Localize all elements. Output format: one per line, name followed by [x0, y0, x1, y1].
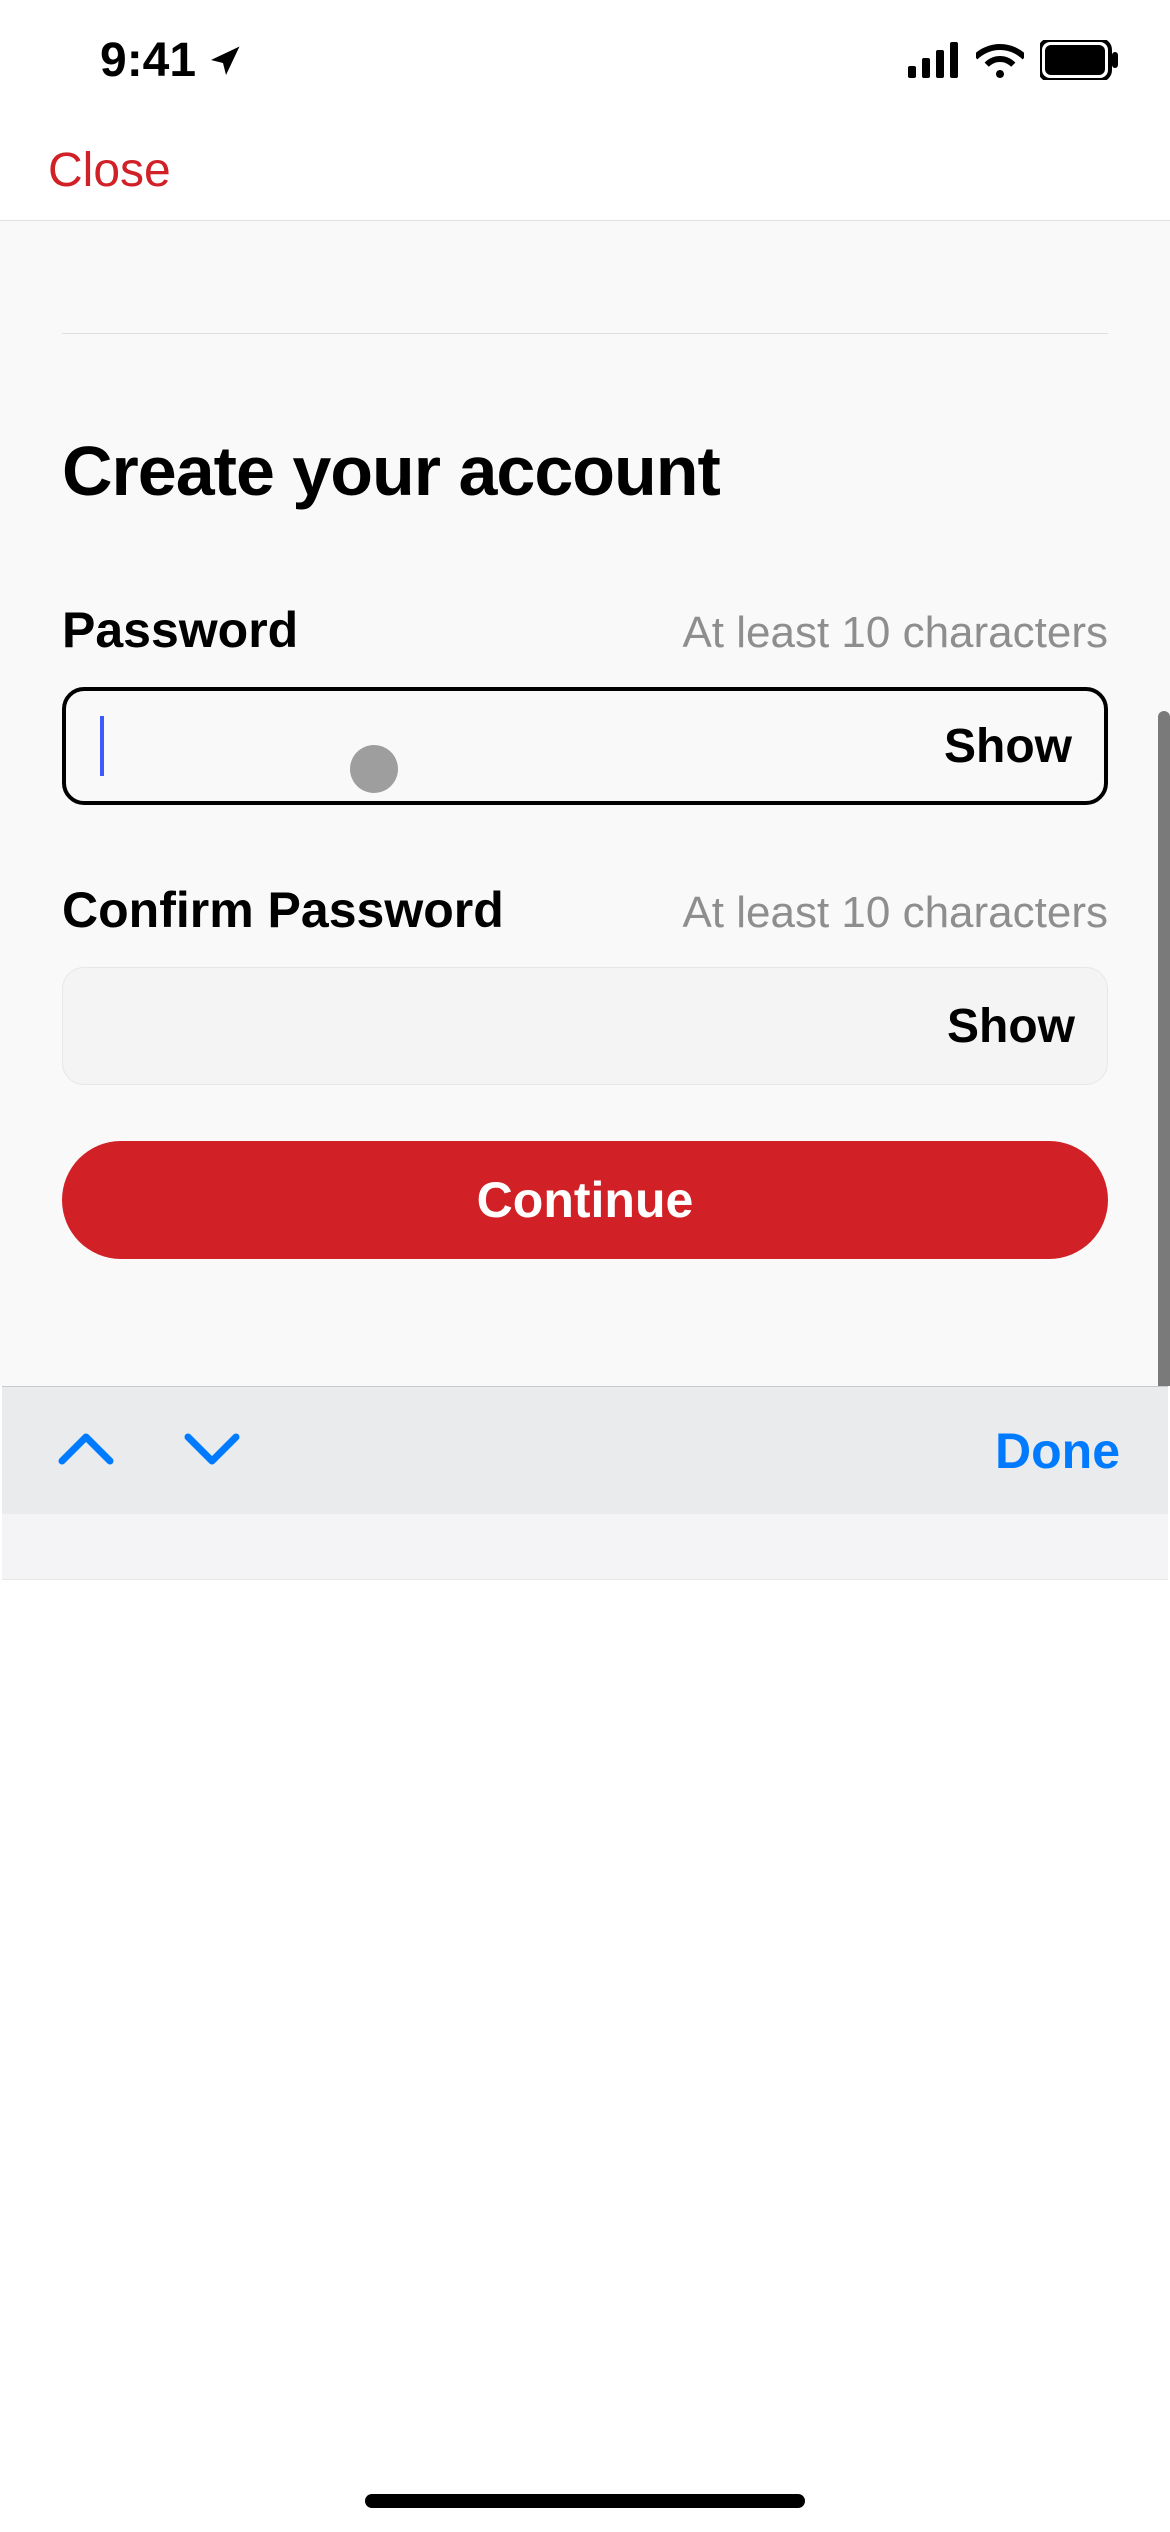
prev-field-button[interactable] [50, 1423, 122, 1478]
status-time: 9:41 [100, 33, 196, 88]
confirm-password-label: Confirm Password [62, 881, 504, 939]
password-hint: At least 10 characters [682, 608, 1108, 658]
password-label: Password [62, 601, 298, 659]
confirm-password-field-group: Confirm Password At least 10 characters … [62, 881, 1108, 1085]
confirm-password-input[interactable] [63, 968, 915, 1084]
password-show-button[interactable]: Show [912, 719, 1104, 774]
page-title: Create your account [62, 431, 720, 511]
keyboard-toolbar: Done [2, 1386, 1168, 1514]
close-button[interactable]: Close [48, 143, 171, 198]
content-area: Create your account Password At least 10… [0, 220, 1170, 1386]
status-bar: 9:41 [0, 0, 1170, 120]
status-icons [908, 40, 1120, 80]
cellular-icon [908, 42, 960, 78]
home-indicator[interactable] [365, 2494, 805, 2508]
confirm-password-input-wrap: Show [62, 967, 1108, 1085]
keyboard-done-button[interactable]: Done [995, 1422, 1120, 1480]
toolbar-nav [50, 1423, 248, 1478]
location-icon [208, 42, 244, 78]
divider [62, 333, 1108, 334]
wifi-icon [976, 42, 1024, 78]
next-field-button[interactable] [176, 1423, 248, 1478]
keyboard-suggestion-bar [2, 1514, 1168, 1580]
confirm-password-show-button[interactable]: Show [915, 999, 1107, 1054]
chevron-down-icon [184, 1431, 240, 1467]
chevron-up-icon [58, 1431, 114, 1467]
status-time-group: 9:41 [100, 33, 244, 88]
nav-bar: Close [0, 120, 1170, 220]
confirm-header: Confirm Password At least 10 characters [62, 881, 1108, 939]
scrollbar[interactable] [1158, 711, 1170, 1386]
password-input[interactable] [66, 691, 912, 801]
battery-icon [1040, 40, 1120, 80]
confirm-password-hint: At least 10 characters [682, 888, 1108, 938]
continue-button[interactable]: Continue [62, 1141, 1108, 1259]
password-field-group: Password At least 10 characters Show [62, 601, 1108, 805]
text-caret [100, 716, 104, 776]
password-input-wrap: Show [62, 687, 1108, 805]
password-header: Password At least 10 characters [62, 601, 1108, 659]
